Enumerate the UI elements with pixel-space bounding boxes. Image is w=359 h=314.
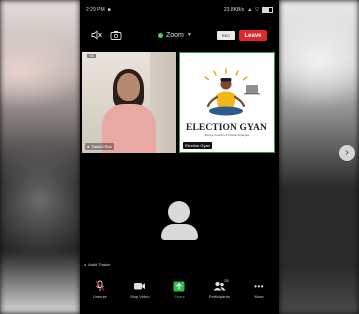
avatar-head-icon [168,201,190,223]
next-arrow-button[interactable]: › [339,145,355,161]
more-label: More [254,294,264,299]
avatar-body-icon [161,224,198,240]
zoom-meeting-screen: 2:29 PM ■ 23.8KB/s ▲ ▽ GB [80,0,279,314]
unmute-button[interactable]: Unmute [81,280,119,299]
more-dots-icon: ••• [254,281,265,291]
status-bar: 2:29 PM ■ 23.8KB/s ▲ ▽ GB [80,0,279,20]
active-speaker-name: Ankit Thakur [88,262,111,267]
mic-muted-icon [93,280,107,292]
participant-count: 25 [224,278,229,283]
wifi-icon: ▽ [255,7,259,13]
meeting-toolbar: Zoom ▼ REC Leave [80,26,279,44]
mic-muted-icon: ● [84,262,87,267]
record-button[interactable]: REC [217,31,235,40]
participant-tile-video[interactable]: HD ● Sakshi Rao [82,52,176,153]
participant-name-tag: Election Gyan [183,142,212,149]
leave-button[interactable]: Leave [239,30,267,41]
network-speed: 23.8KB/s [223,7,245,13]
stop-video-button[interactable]: Stop Video [121,280,159,299]
unmute-label: Unmute [92,294,107,299]
more-button[interactable]: ••• More [240,280,278,300]
blurred-background-left [0,0,80,314]
signal-icon: ▲ [247,7,253,13]
share-label: Share [174,294,185,299]
election-gyan-logo [204,68,260,116]
participants-icon: 25 [212,278,229,292]
switch-camera-icon[interactable] [110,29,122,40]
active-speaker-name-tag: ● Ankit Thakur [84,262,111,267]
participant-name: Sakshi Rao [91,144,112,149]
video-camera-icon [133,280,147,292]
meeting-info-dropdown[interactable]: Zoom ▼ [158,29,192,41]
hd-badge: HD [87,54,97,58]
stop-video-label: Stop Video [129,294,150,299]
chevron-down-icon: ▼ [186,32,192,38]
speaker-icon[interactable] [90,29,102,40]
brand-tagline: Election Analytics & Political Strategie… [204,134,250,137]
share-screen-icon [172,280,186,292]
notification-icon: ■ [107,7,111,13]
participant-name: Election Gyan [185,143,210,148]
battery-icon [262,7,273,13]
secure-meeting-icon [158,32,163,38]
app-name: Zoom [166,31,184,39]
share-button[interactable]: Share [160,280,198,299]
participants-label: Participants [208,294,230,299]
mic-muted-icon: ● [87,144,90,149]
participant-video-face [117,73,140,101]
participant-name-tag: ● Sakshi Rao [85,143,114,150]
bottom-control-bar: Unmute Stop Video Share 25 Participants … [80,278,279,308]
status-time: 2:29 PM [86,7,105,13]
brand-title: ELECTION GYAN [186,123,267,133]
participant-tile-logo[interactable]: ELECTION GYAN Election Analytics & Polit… [179,52,275,153]
participants-button[interactable]: 25 Participants [200,278,238,299]
